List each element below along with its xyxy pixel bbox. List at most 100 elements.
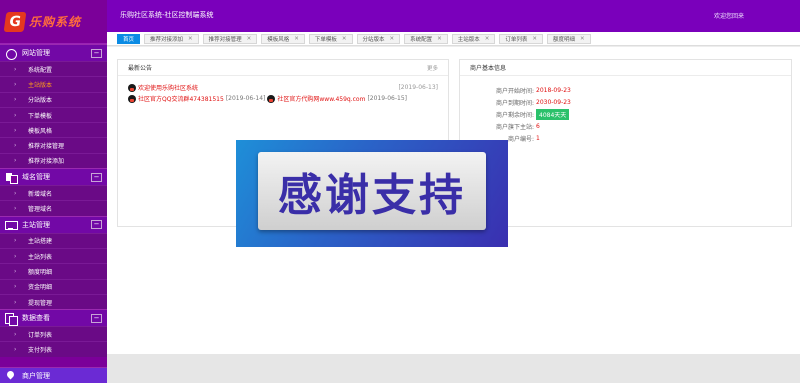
merchant-info-panel: 商户基本信息 商户开始时间: 2018-09-23 商户到期时间: 2030-0… <box>459 59 792 227</box>
collapse-toggle[interactable]: − <box>91 48 102 58</box>
sidebar-item-branch-version[interactable]: › 分站版本 <box>0 91 107 107</box>
close-icon[interactable]: ✕ <box>390 36 395 42</box>
notice-panel-header: 最新公告 更多 <box>118 60 448 76</box>
notice-text[interactable]: 社区官方QQ交流群474381515 <box>138 94 224 103</box>
close-icon[interactable]: ✕ <box>342 36 347 42</box>
sidebar-item-label: 主站列表 <box>28 253 53 261</box>
sidebar-item-label: 新增域名 <box>28 190 53 198</box>
sidebar-item-pay-list[interactable]: › 支付列表 <box>0 341 107 356</box>
sidebar-item-order-template[interactable]: › 下单模板 <box>0 106 107 122</box>
info-row-expire: 商户到期时间: 2030-09-23 <box>460 96 791 108</box>
close-icon[interactable]: ✕ <box>532 36 537 42</box>
sidebar-item-order-list[interactable]: › 订单列表 <box>0 326 107 341</box>
tab-branch-version[interactable]: 分站版本 ✕ <box>356 33 401 44</box>
chevron-right-icon: › <box>14 111 17 119</box>
close-icon[interactable]: ✕ <box>580 36 585 42</box>
close-icon[interactable]: ✕ <box>188 36 193 42</box>
info-label: 商户剩余时间: <box>495 111 534 119</box>
notice-item[interactable]: 社区官方QQ交流群474381515 [2019-06-14] 社区官方代购网w… <box>118 93 448 104</box>
notice-text[interactable]: 欢迎使用乐购社区系统 <box>138 83 198 92</box>
sidebar-group-label: 网站管理 <box>22 49 50 57</box>
qq-icon <box>267 94 276 103</box>
chevron-right-icon: › <box>14 189 17 197</box>
sidebar-item-new-domain[interactable]: › 新增域名 <box>0 185 107 200</box>
sidebar-item-fund-detail[interactable]: › 资金明细 <box>0 278 107 294</box>
thanks-plate: 感谢支持 <box>258 152 486 230</box>
sidebar-group-domain[interactable]: 域名管理 − <box>0 168 107 186</box>
tab-label: 推荐对接添加 <box>150 36 184 43</box>
thanks-overlay-image: 感谢支持 <box>236 140 508 247</box>
sidebar-item-main-version[interactable]: › 主站版本 <box>0 76 107 91</box>
welcome-text[interactable]: 欢迎您回来 <box>714 11 744 20</box>
more-link[interactable]: 更多 <box>427 64 438 72</box>
info-label: 商户开始时间: <box>495 87 534 95</box>
tab-system-config[interactable]: 系统配置 ✕ <box>404 33 448 44</box>
notice-title: 最新公告 <box>128 65 153 72</box>
info-value: 2018-09-23 <box>536 86 571 94</box>
sidebar-item-docking-manage[interactable]: › 推荐对接管理 <box>0 137 107 152</box>
chevron-right-icon: › <box>14 346 17 354</box>
sidebar-sublist-website: › 系统配置 › 主站版本 › 分站版本 › 下单模板 › 模板风格 › 推荐对接管理 › 推… <box>0 61 107 169</box>
logo[interactable]: G 乐购系统 <box>0 0 107 44</box>
tab-template-style[interactable]: 模板风格 ✕ <box>261 33 305 44</box>
sidebar-item-docking-add[interactable]: › 推荐对接添加 <box>0 152 107 168</box>
chevron-right-icon: › <box>14 330 17 338</box>
sidebar-item-quota-detail[interactable]: › 额度明细 <box>0 263 107 278</box>
tab-main-version[interactable]: 主站版本 ✕ <box>451 33 496 44</box>
chevron-right-icon: › <box>14 267 17 275</box>
chevron-right-icon: › <box>14 237 17 245</box>
location-pin-icon <box>5 370 16 381</box>
chevron-right-icon: › <box>14 142 17 150</box>
sidebar-group-website[interactable]: 网站管理 − <box>0 44 107 61</box>
sidebar-item-template-style[interactable]: › 模板风格 <box>0 122 107 137</box>
sidebar-sublist-domain: › 新增域名 › 管理域名 <box>0 185 107 216</box>
logo-mark: G <box>3 11 27 32</box>
tab-bar: 首页 推荐对接添加 ✕ 推荐对接管理 ✕ 模板风格 ✕ 下单模板 ✕ 分站版本 ✕ 系统配… <box>107 32 800 46</box>
chevron-right-icon: › <box>14 65 17 73</box>
tab-label: 主站版本 <box>457 36 480 43</box>
tab-order-template[interactable]: 下单模板 ✕ <box>308 33 353 44</box>
notice-text[interactable]: 社区官方代购网www.459q.com <box>277 94 365 103</box>
tab-docking-add[interactable]: 推荐对接添加 ✕ <box>144 33 199 44</box>
info-row-id: 商户编号: 1 <box>460 133 791 145</box>
chevron-right-icon: › <box>14 252 17 260</box>
sidebar-item-label: 推荐对接添加 <box>28 158 65 166</box>
chevron-right-icon: › <box>14 283 17 291</box>
tab-label: 首页 <box>123 36 135 43</box>
close-icon[interactable]: ✕ <box>437 36 442 42</box>
sidebar-item-withdraw-manage[interactable]: › 提现管理 <box>0 293 107 309</box>
top-header: 乐购社区系统-社区控制端系统 欢迎您回来 <box>107 0 800 32</box>
sidebar-group-label: 商户管理 <box>22 371 50 380</box>
sidebar-item-label: 分站版本 <box>28 97 53 105</box>
tab-label: 推荐对接管理 <box>208 36 242 43</box>
sidebar-item-site-build[interactable]: › 主站搭建 <box>0 232 107 248</box>
notice-item[interactable]: 欢迎使用乐购社区系统 [2019-06-13] <box>118 82 448 93</box>
chevron-right-icon: › <box>14 298 17 306</box>
collapse-toggle[interactable]: − <box>91 220 102 230</box>
sidebar-item-label: 支付列表 <box>28 347 53 355</box>
close-icon[interactable]: ✕ <box>294 36 299 42</box>
tab-home[interactable]: 首页 <box>117 33 141 44</box>
notice-date: [2019-06-15] <box>367 95 407 102</box>
tab-order-list[interactable]: 订单列表 ✕ <box>499 33 544 44</box>
sidebar-item-label: 主站搭建 <box>28 238 53 246</box>
sidebar-item-label: 资金明细 <box>28 284 53 292</box>
collapse-toggle[interactable]: − <box>91 172 102 182</box>
copy-icon <box>5 312 18 326</box>
sidebar-item-system-config[interactable]: › 系统配置 <box>0 61 107 76</box>
tab-docking-manage[interactable]: 推荐对接管理 ✕ <box>202 33 258 44</box>
sidebar-group-main-site[interactable]: 主站管理 − <box>0 215 107 233</box>
sidebar-group-label: 域名管理 <box>22 173 50 182</box>
sidebar-item-site-list[interactable]: › 主站列表 <box>0 247 107 263</box>
tab-quota-detail[interactable]: 额度明细 ✕ <box>547 33 591 44</box>
domain-icon <box>5 172 18 184</box>
sidebar-group-data[interactable]: 数据查看 − <box>0 309 107 327</box>
collapse-toggle[interactable]: − <box>91 313 102 323</box>
info-row-sites: 商户旗下主站: 6 <box>460 121 791 133</box>
sidebar-group-merchant[interactable]: 商户管理 <box>0 367 107 383</box>
sidebar-item-manage-domain[interactable]: › 管理域名 <box>0 200 107 215</box>
sidebar-item-label: 下单模板 <box>28 112 53 120</box>
close-icon[interactable]: ✕ <box>247 36 252 42</box>
close-icon[interactable]: ✕ <box>485 36 490 42</box>
tab-label: 分站版本 <box>362 36 385 43</box>
